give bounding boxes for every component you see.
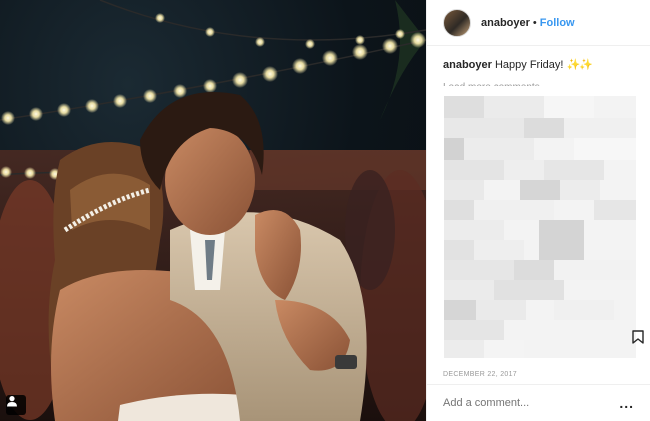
more-options-icon[interactable]: ...	[619, 395, 634, 411]
user-tag-icon[interactable]	[6, 395, 26, 415]
caption-username[interactable]: anaboyer	[443, 59, 492, 71]
avatar[interactable]	[443, 8, 471, 37]
post-photo[interactable]	[0, 0, 426, 421]
follow-button[interactable]: Follow	[540, 17, 575, 29]
post-date: DECEMBER 22, 2017	[443, 371, 517, 378]
user-silhouette-icon	[7, 396, 17, 407]
caption-emoji: ✨✨	[566, 59, 593, 71]
bookmark-icon[interactable]	[632, 330, 644, 344]
header-separator: •	[532, 16, 537, 29]
post-header: anaboyer • Follow	[427, 0, 650, 46]
comment-input[interactable]	[443, 397, 620, 409]
comment-bar: ...	[427, 384, 650, 421]
load-more-comments-link[interactable]: Load more comments	[427, 72, 650, 86]
photo-illustration	[0, 0, 426, 421]
blurred-comments	[444, 96, 636, 358]
header-username[interactable]: anaboyer	[481, 17, 530, 29]
caption: anaboyer Happy Friday! ✨✨	[427, 46, 650, 72]
caption-text: Happy Friday!	[494, 59, 564, 71]
